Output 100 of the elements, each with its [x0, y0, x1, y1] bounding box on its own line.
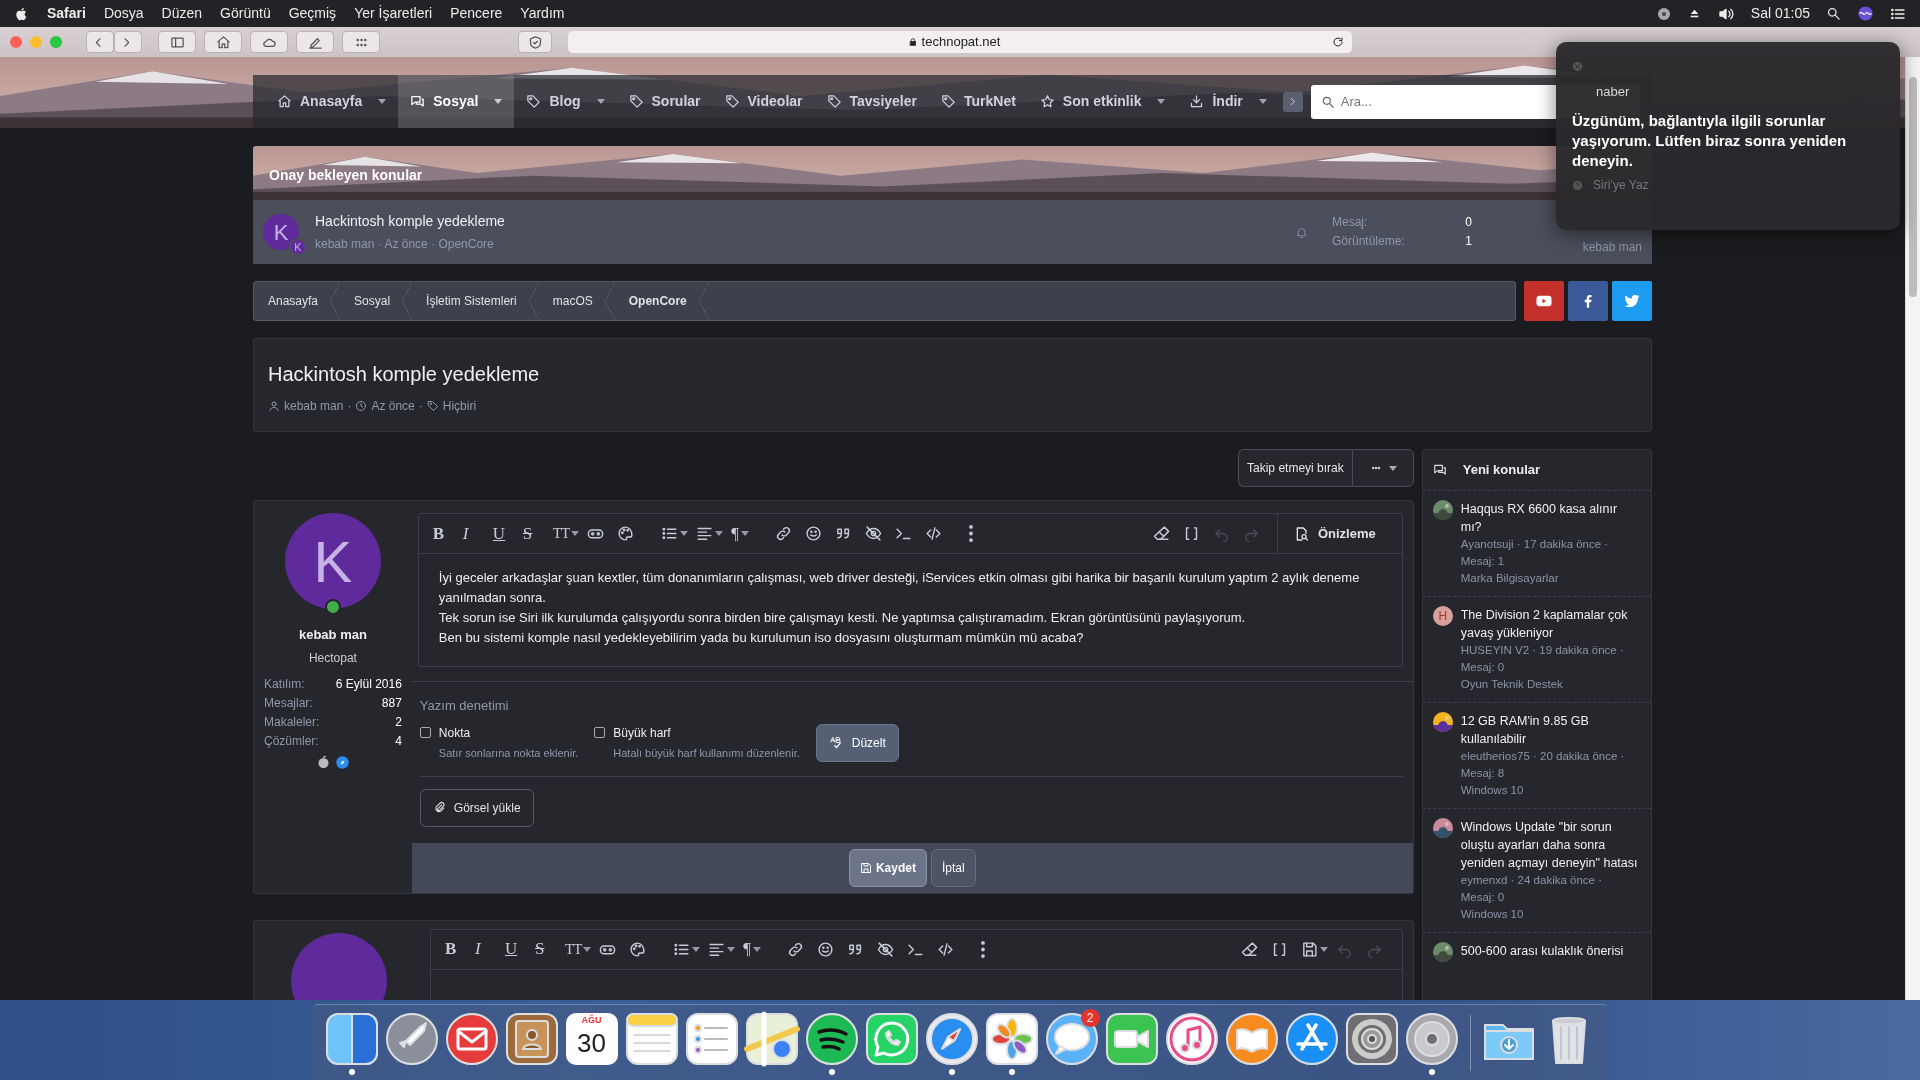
menu-item[interactable]: Görüntü [211, 3, 280, 24]
meta-link[interactable]: Az önce [371, 397, 415, 415]
privacy-button[interactable] [518, 31, 552, 53]
chat-icon [1432, 462, 1447, 477]
checklist-icon[interactable] [683, 1010, 740, 1067]
open-book-icon[interactable] [1223, 1010, 1280, 1067]
sound-waves-icon[interactable] [803, 1010, 860, 1067]
username-link[interactable]: kebab man [298, 625, 367, 645]
menu-item[interactable]: Dosya [94, 3, 153, 24]
gear-icon[interactable] [1343, 1010, 1400, 1067]
breadcrumb-link[interactable]: OpenCore [614, 282, 709, 320]
cancel-button[interactable]: İptal [930, 848, 976, 887]
thread-replies: Mesaj: 1 [1460, 553, 1506, 569]
toolbar-button[interactable]: B [428, 518, 459, 549]
nav-tab[interactable]: İndir [1177, 75, 1279, 128]
breadcrumb-link[interactable]: macOS [538, 282, 615, 320]
disc-icon[interactable] [1655, 5, 1672, 22]
nav-tab[interactable]: Blog [514, 75, 617, 128]
sidebar-button[interactable] [158, 31, 196, 53]
notepad-icon[interactable] [623, 1010, 680, 1067]
address-book-icon[interactable] [503, 1010, 560, 1067]
fix-button[interactable]: Düzelt [815, 723, 899, 762]
thread-list-item[interactable]: 12 GB RAM'in 9.85 GB kullanılabilir eleutherios75 · 20 dakika önce · Mesaj: 8 Windows 10 [1422, 701, 1651, 808]
save-button[interactable]: Kaydet [848, 848, 927, 887]
menu-item[interactable]: Pencere [441, 3, 512, 24]
toolbar-button[interactable]: I [458, 518, 489, 549]
nav-tab[interactable]: Sorular [616, 75, 713, 128]
toolbar-button[interactable]: ¶ [727, 518, 758, 549]
avatar-badge: K [289, 238, 307, 256]
nav-tab[interactable]: Anasayfa [265, 75, 399, 128]
menu-item[interactable]: Yer İşaretleri [345, 3, 442, 24]
toolbar-button[interactable]: B [441, 934, 471, 964]
caret-icon [378, 99, 387, 104]
music-note-icon[interactable] [1163, 1010, 1220, 1067]
social-button[interactable] [1612, 281, 1652, 321]
menu-item[interactable]: Düzen [152, 3, 212, 24]
nav-tab[interactable]: Son etkinlik [1027, 75, 1178, 128]
unfollow-button[interactable]: Takip etmeyi bırak [1238, 449, 1352, 487]
nav-tab[interactable]: TurkNet [929, 75, 1028, 128]
toolbar-button[interactable]: TT [561, 934, 596, 964]
disc-icon[interactable] [1403, 1010, 1460, 1067]
app-store-icon[interactable] [1283, 1010, 1340, 1067]
home-button[interactable] [204, 31, 242, 53]
nav-tab[interactable]: Tavsiyeler [814, 75, 929, 128]
nav-tab[interactable]: Videolar [712, 75, 815, 128]
upload-button[interactable]: Görsel yükle [419, 788, 534, 827]
clock-icon [355, 400, 368, 412]
toolbar-button[interactable]: U [501, 934, 531, 964]
toolbar-button[interactable]: I [471, 934, 501, 964]
nav-scroll-button[interactable] [1282, 91, 1303, 112]
checkbox-label: Nokta [438, 724, 471, 742]
compass-icon[interactable] [923, 1010, 980, 1067]
siri-orb-icon[interactable] [1857, 5, 1874, 22]
toolbar-button[interactable]: S [518, 518, 549, 549]
preview-button[interactable]: Önizleme [1276, 513, 1392, 554]
thread-list-item[interactable]: Haqqus RX 6600 kasa alınır mı? Ayanotsuji · 17 dakika önce · Mesaj: 1 Marka Bilgisayarlar [1422, 489, 1651, 596]
notification-badge: 2 [1080, 1008, 1100, 1027]
breadcrumb-link[interactable]: İşletim Sistemleri [412, 282, 539, 320]
breadcrumb-link[interactable]: Anasayfa [254, 282, 341, 320]
pen-button[interactable] [296, 31, 334, 53]
shield-icon [527, 34, 543, 50]
menu-item[interactable]: Safari [38, 3, 95, 24]
menu-item[interactable]: Yardım [511, 3, 574, 24]
pending-thread-row[interactable]: K K Hackintosh komple yedekleme kebab man · Az önce · OpenCore Mesaj: 0 Görüntüleme: 1 kebab man [253, 200, 1652, 264]
menu-clock[interactable]: Sal 01:05 [1750, 3, 1810, 24]
chat-bubble-icon[interactable] [1043, 1010, 1100, 1067]
thread-title: Windows Update "bir sorun oluştu ayarları daha sonra yeniden açmayı deneyin" hatası [1460, 818, 1639, 872]
envelope-icon[interactable] [443, 1010, 500, 1067]
thread-list-item[interactable]: 500-600 arası kulaklık önerisi [1422, 931, 1651, 971]
reload-icon[interactable] [1332, 36, 1344, 48]
address-field[interactable]: technopat.net [568, 31, 1352, 53]
cloud-button[interactable] [250, 31, 288, 53]
map-icon[interactable] [743, 1010, 800, 1067]
scrollbar[interactable] [1905, 57, 1920, 1000]
thread-list-item[interactable]: Windows Update "bir sorun oluştu ayarları daha sonra yeniden açmayı deneyin" hatası eymenxd · 24 dakika önce · Mesaj: 0 Windows 10 [1422, 807, 1651, 932]
siri-input-field[interactable]: Siri’ye Yaz [1591, 175, 1750, 195]
grid-button[interactable] [342, 31, 380, 53]
toolbar-button[interactable]: S [531, 934, 561, 964]
checkbox[interactable] [419, 727, 431, 738]
hint-text: Hatalı büyük harf kullanımı düzenlenir. [613, 745, 800, 761]
thread-title[interactable]: Hackintosh komple yedekleme [315, 211, 505, 232]
social-button[interactable] [1524, 281, 1564, 321]
search-icon[interactable] [1826, 6, 1841, 21]
meta-link[interactable]: Hiçbiri [442, 397, 477, 415]
menu-item[interactable]: Geçmiş [279, 3, 346, 24]
video-camera-icon[interactable] [1103, 1010, 1160, 1067]
phone-bubble-icon[interactable] [863, 1010, 920, 1067]
checkbox[interactable] [594, 727, 606, 738]
breadcrumb-link[interactable]: Sosyal [340, 282, 413, 320]
toolbar-button[interactable]: U [488, 518, 519, 549]
meta-link[interactable]: kebab man [284, 397, 344, 415]
stat-value: 1 [1465, 233, 1472, 250]
thread-list-item[interactable]: H The Division 2 kaplamalar çok yavaş yükleniyor HUSEYIN V2 · 19 dakika önce · Mesaj: 0 Oyun Teknik Destek [1422, 595, 1651, 702]
calendar-icon[interactable]: AĞU 30 [565, 1012, 618, 1065]
chat-icon [410, 94, 426, 109]
flower-icon[interactable] [983, 1010, 1040, 1067]
toolbar-button[interactable]: ¶ [739, 934, 770, 964]
social-button[interactable] [1568, 281, 1608, 321]
toolbar-button[interactable]: TT [548, 518, 584, 549]
nav-tab[interactable]: Sosyal [398, 75, 515, 128]
